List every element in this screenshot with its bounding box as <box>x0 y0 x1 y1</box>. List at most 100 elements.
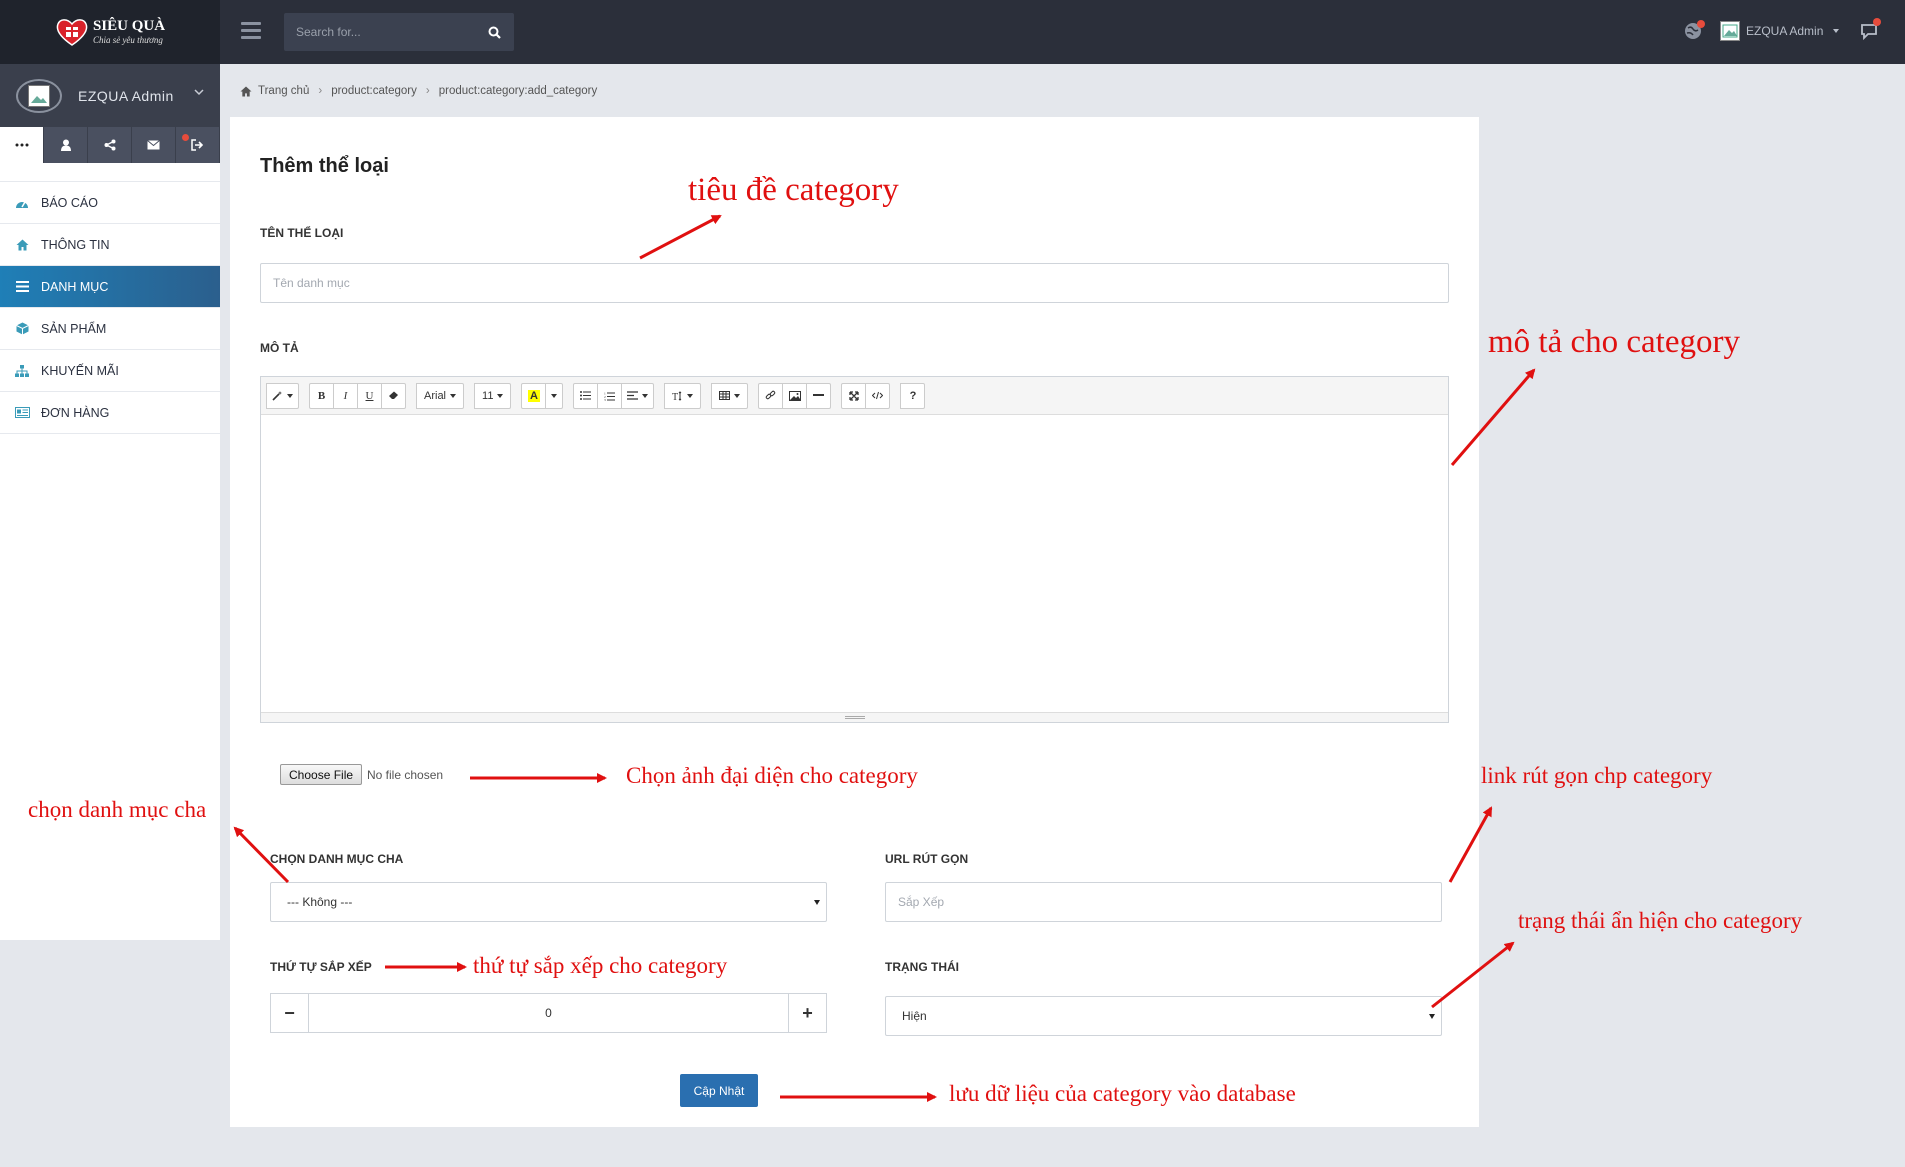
submit-button[interactable]: Cập Nhật <box>680 1074 758 1107</box>
eraser-icon[interactable] <box>381 382 406 409</box>
sidebar-item-label: KHUYẾN MÃI <box>41 363 119 378</box>
editor-content-area[interactable] <box>261 415 1448 712</box>
chevron-down-icon <box>814 900 820 905</box>
breadcrumb-item: product:category:add_category <box>438 85 598 97</box>
sidebar-item-label: BÁO CÁO <box>41 195 98 210</box>
align-icon[interactable] <box>621 382 655 409</box>
cube-icon <box>14 322 30 336</box>
breadcrumb: Trang chủ › product:category › product:c… <box>240 85 597 97</box>
brand-name: SIÊU QUÀ <box>92 18 166 34</box>
choose-file-button[interactable]: Choose File <box>280 764 363 785</box>
short-url-label: URL RÚT GỌN <box>885 852 969 866</box>
user-icon[interactable] <box>44 127 88 163</box>
font-size-value: 11 <box>482 389 494 402</box>
chat-notification-icon[interactable] <box>1859 18 1881 42</box>
ordered-list-icon[interactable]: 123 <box>597 382 623 409</box>
home-icon <box>14 238 30 252</box>
color-dropdown-icon[interactable] <box>545 382 564 409</box>
dashboard-icon <box>14 196 30 210</box>
breadcrumb-separator: › <box>425 85 430 97</box>
file-status: No file chosen <box>367 768 444 782</box>
annotation-parent: chọn danh mục cha <box>28 797 207 822</box>
status-value: Hiện <box>902 1009 927 1023</box>
chevron-down-icon <box>194 89 204 96</box>
sidebar-item-khuyen-mai[interactable]: KHUYẾN MÃI <box>0 350 220 392</box>
image-icon[interactable] <box>782 382 808 409</box>
parent-category-value: --- Không --- <box>287 895 353 909</box>
decrement-button[interactable]: − <box>271 994 309 1032</box>
description-label: MÔ TẢ <box>260 341 299 355</box>
brand-tagline: Chia sẻ yêu thương <box>92 35 163 45</box>
status-select[interactable]: Hiện <box>885 996 1442 1036</box>
svg-text:T: T <box>672 392 678 401</box>
page-title: Thêm thể loại <box>260 155 389 177</box>
mail-icon[interactable] <box>132 127 189 163</box>
breadcrumb-separator: › <box>318 85 323 97</box>
heart-gift-logo-icon <box>56 19 88 46</box>
sidebar-item-don-hang[interactable]: ĐƠN HÀNG <box>0 392 220 434</box>
form-panel: Thêm thể loại TÊN THỂ LOẠI MÔ TẢ B I U A… <box>230 117 1479 1127</box>
style-magic-icon[interactable] <box>266 382 299 409</box>
sort-order-value[interactable]: 0 <box>309 994 788 1032</box>
share-icon[interactable] <box>88 127 132 163</box>
category-name-input[interactable] <box>260 263 1449 303</box>
text-color-icon[interactable]: A <box>521 382 547 409</box>
sidebar-item-label: DANH MỤC <box>41 279 109 294</box>
editor-toolbar: B I U Arial 11 A 123 T ? <box>261 377 1448 415</box>
brand-area[interactable]: SIÊU QUÀ Chia sẻ yêu thương <box>0 0 220 64</box>
sidebar-avatar <box>16 78 62 113</box>
brand-logo[interactable]: SIÊU QUÀ Chia sẻ yêu thương <box>55 17 165 47</box>
font-family-select[interactable]: Arial <box>416 382 465 409</box>
chevron-down-icon <box>1429 1014 1435 1019</box>
bold-button[interactable]: B <box>309 382 334 409</box>
search-box <box>284 13 514 51</box>
sidebar-item-thong-tin[interactable]: THÔNG TIN <box>0 224 220 266</box>
sort-order-stepper: − 0 + <box>270 993 827 1033</box>
annotation-url: link rút gọn chp category <box>1481 763 1713 788</box>
name-label: TÊN THỂ LOẠI <box>260 226 344 240</box>
sidebar-item-danh-muc[interactable]: DANH MỤC <box>0 266 220 308</box>
sidebar-item-bao-cao[interactable]: BÁO CÁO <box>0 182 220 224</box>
editor-resize-handle[interactable] <box>261 712 1448 722</box>
status-label: TRẠNG THÁI <box>885 960 959 974</box>
sign-out-icon[interactable] <box>176 127 220 163</box>
underline-button[interactable]: U <box>357 382 382 409</box>
unordered-list-icon[interactable] <box>573 382 599 409</box>
line-height-icon[interactable]: T <box>664 382 702 409</box>
table-icon[interactable] <box>711 382 749 409</box>
newspaper-icon <box>14 406 30 420</box>
chevron-down-icon <box>1833 29 1840 33</box>
horizontal-rule-icon[interactable] <box>806 382 832 409</box>
menu-toggle-icon[interactable] <box>241 22 261 40</box>
parent-category-select[interactable]: --- Không --- <box>270 882 827 922</box>
fullscreen-icon[interactable] <box>841 382 867 409</box>
top-user-name: EZQUA Admin <box>1746 24 1824 38</box>
avatar <box>1720 21 1740 41</box>
short-url-input[interactable] <box>885 882 1442 922</box>
breadcrumb-item[interactable]: product:category <box>331 85 417 97</box>
top-user-menu[interactable]: EZQUA Admin <box>1720 21 1840 41</box>
sidebar-item-san-pham[interactable]: SẢN PHẨM <box>0 308 220 350</box>
breadcrumb-home[interactable]: Trang chủ <box>258 85 309 97</box>
increment-button[interactable]: + <box>788 994 826 1032</box>
annotation-save: lưu dữ liệu của category vào database <box>949 1081 1296 1106</box>
search-icon[interactable] <box>474 13 514 51</box>
font-size-select[interactable]: 11 <box>474 382 512 409</box>
annotation-description: mô tả cho category <box>1488 324 1740 360</box>
sitemap-icon <box>14 364 30 378</box>
help-button[interactable]: ? <box>900 382 926 409</box>
globe-notification-icon[interactable] <box>1683 20 1705 41</box>
search-input[interactable] <box>284 13 474 51</box>
code-view-icon[interactable] <box>865 382 891 409</box>
annotation-image: Chọn ảnh đại diện cho category <box>626 763 918 788</box>
more-dots-icon[interactable] <box>0 127 44 163</box>
annotation-order: thứ tự sắp xếp cho category <box>473 953 728 978</box>
italic-button[interactable]: I <box>333 382 358 409</box>
font-family-value: Arial <box>424 389 447 402</box>
sidebar-user[interactable]: EZQUA Admin <box>0 64 220 127</box>
annotation-status: trạng thái ẩn hiện cho category <box>1518 908 1803 933</box>
parent-category-label: CHỌN DANH MỤC CHA <box>270 852 404 866</box>
annotation-title: tiêu đề category <box>688 172 899 208</box>
home-icon <box>240 85 252 97</box>
link-icon[interactable] <box>758 382 784 409</box>
